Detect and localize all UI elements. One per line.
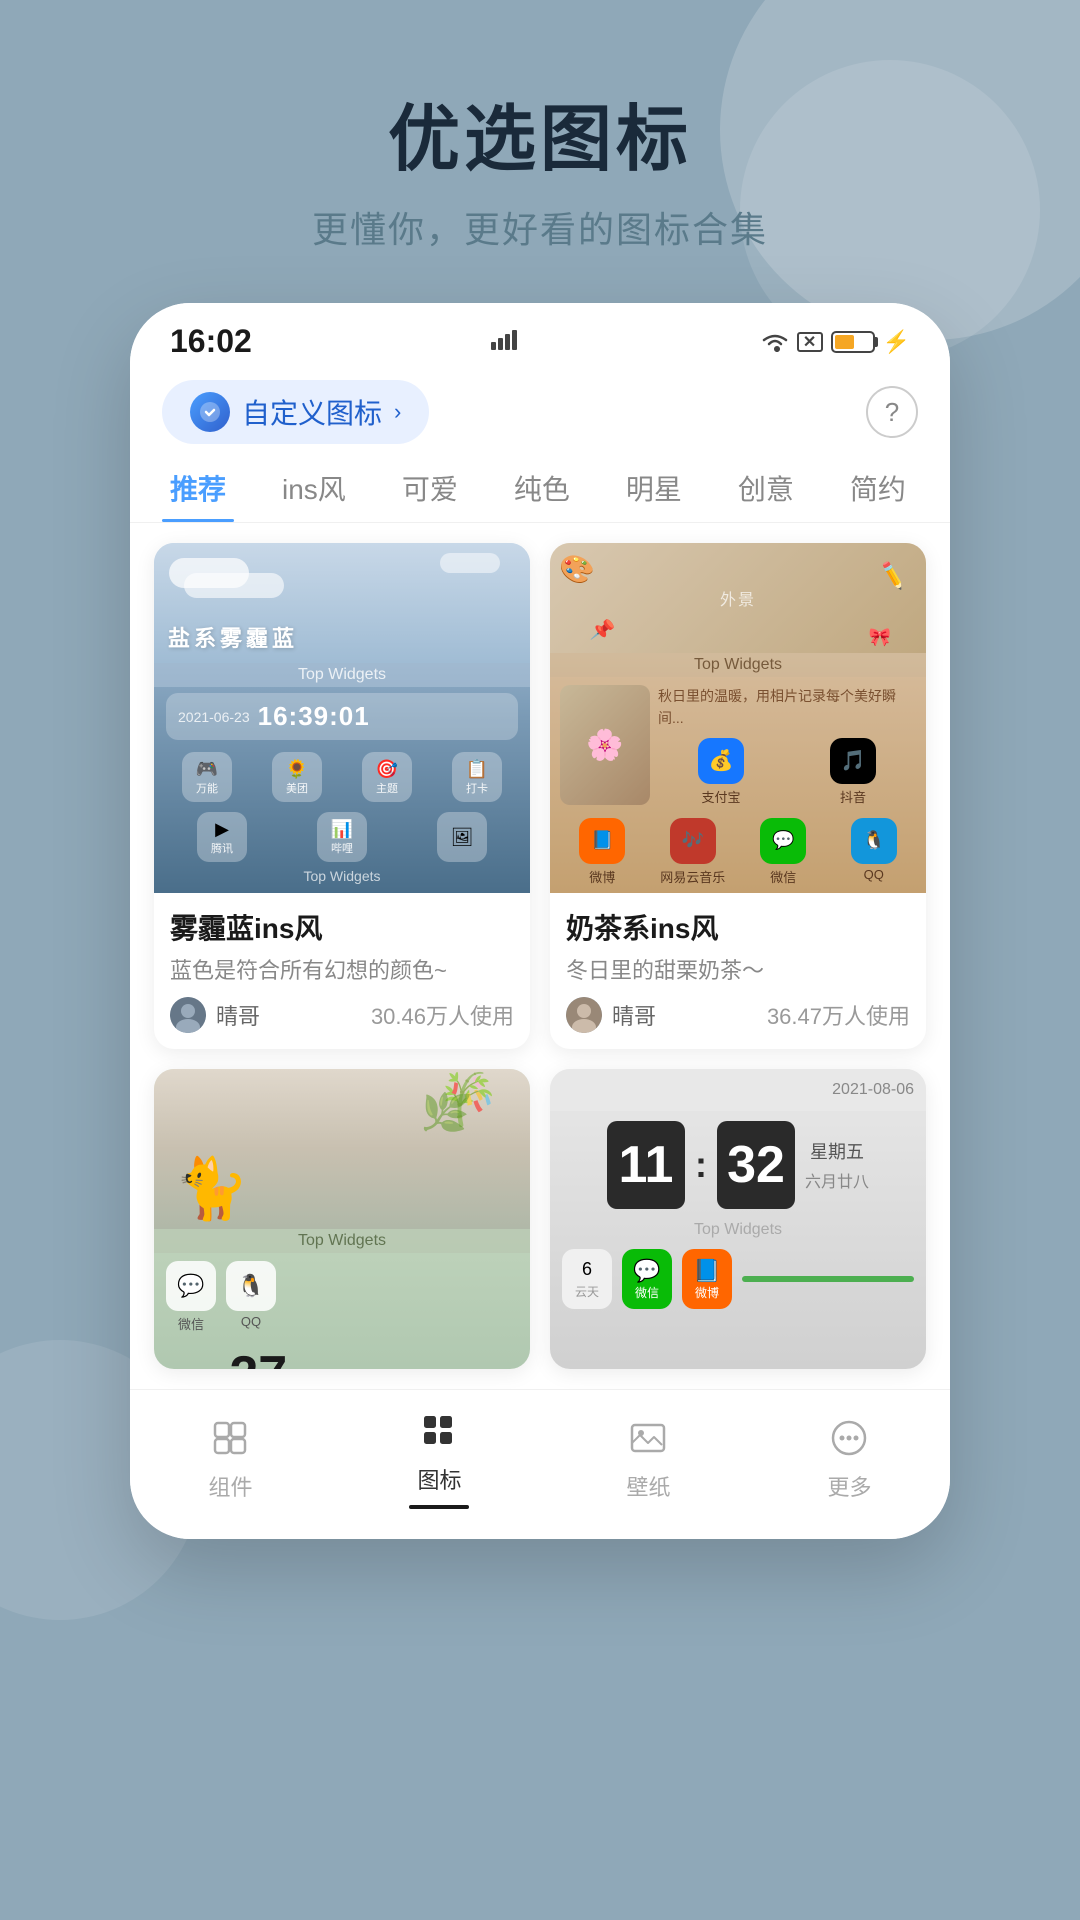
card4-weekday: 星期五: [810, 1138, 864, 1164]
card1-dots: [154, 886, 530, 893]
app-netease: 🎶 网易云音乐: [651, 818, 736, 886]
card4-hour: 11: [607, 1121, 685, 1209]
card1-clock: 16:39:01: [258, 701, 370, 732]
tab-recommend[interactable]: 推荐: [162, 454, 234, 522]
card2-info: 奶茶系ins风 冬日里的甜栗奶茶～ 晴哥 36.47万人使用: [550, 893, 926, 1049]
nav-wallpaper-icon: [627, 1417, 669, 1464]
nav-widget[interactable]: 组件: [208, 1417, 252, 1502]
card4-date: 2021-08-06: [550, 1069, 926, 1111]
app-weibo: 📘 微博: [560, 818, 645, 886]
card2-avatar: [566, 997, 602, 1033]
card4-lunar: 六月廿八: [805, 1168, 869, 1192]
card2-meta: 晴哥 36.47万人使用: [566, 997, 910, 1033]
card4-progress: [742, 1276, 914, 1282]
card1-meta: 晴哥 30.46万人使用: [170, 997, 514, 1033]
nav-more-icon: [828, 1417, 870, 1464]
card4-sep: :: [695, 1144, 707, 1186]
card2-author: 晴哥: [612, 999, 656, 1031]
card4-preview: 2021-08-06 11 : 32 星期五 六月廿八 Top Widgets …: [550, 1069, 926, 1369]
tab-pure[interactable]: 纯色: [506, 454, 578, 522]
app-tiktok: 🎵 抖音: [790, 738, 916, 806]
phone-frame: 16:02 ✕ ⚡: [130, 303, 950, 1539]
status-icons: ✕ ⚡: [761, 329, 910, 355]
card1-preview: 👑 盐系雾霾蓝 Top Widgets 2021-06-23 16:39:01: [154, 543, 530, 893]
card3-wechat: 💬 微信: [166, 1261, 216, 1333]
custom-btn-arrow: ›: [394, 399, 401, 425]
app-qq: 🐧 QQ: [832, 818, 917, 886]
wifi-icon: [761, 331, 789, 353]
nav-icon[interactable]: 图标: [409, 1410, 469, 1509]
card1-users: 30.46万人使用: [371, 999, 514, 1031]
nav-wallpaper-label: 壁纸: [626, 1470, 670, 1502]
nav-wallpaper[interactable]: 壁纸: [626, 1417, 670, 1502]
app-icon-wanju: 🎮万能: [182, 752, 232, 802]
nav-icon-icon: [418, 1410, 460, 1457]
card4-weibo: 📘 微博: [682, 1249, 732, 1309]
card1-avatar: [170, 997, 206, 1033]
card2-desc: 冬日里的甜栗奶茶～: [566, 953, 910, 985]
card1-name: 雾霾蓝ins风: [170, 907, 514, 947]
app-icon-meituan: 🌻美团: [272, 752, 322, 802]
app-icon-photo: 🖼: [437, 812, 487, 862]
nav-more[interactable]: 更多: [827, 1417, 871, 1502]
tab-cute[interactable]: 可爱: [394, 454, 466, 522]
nav-more-label: 更多: [827, 1470, 871, 1502]
tab-simple[interactable]: 简约: [842, 454, 914, 522]
card1-info: 雾霾蓝ins风 蓝色是符合所有幻想的颜色~ 晴哥 30.46万人使用: [154, 893, 530, 1049]
tab-star[interactable]: 明星: [618, 454, 690, 522]
card4-wechat: 💬 微信: [622, 1249, 672, 1309]
custom-icon-emoji: [190, 392, 230, 432]
status-signal: [491, 328, 521, 356]
card2-users: 36.47万人使用: [767, 999, 910, 1031]
card4-minute: 32: [717, 1121, 795, 1209]
theme-card-4[interactable]: 2021-08-06 11 : 32 星期五 六月廿八 Top Widgets …: [550, 1069, 926, 1369]
app-zhifubao: 💰 支付宝: [658, 738, 784, 806]
app-icon-zhubozhuye: 🎯主题: [362, 752, 412, 802]
card2-widgets-label: Top Widgets: [550, 653, 926, 677]
card2-name: 奶茶系ins风: [566, 907, 910, 947]
page-subtitle: 更懂你，更好看的图标合集: [0, 201, 1080, 253]
card3-date-num: 27: [229, 1345, 287, 1369]
tab-ins[interactable]: ins风: [274, 454, 354, 522]
battery-icon: [831, 331, 875, 353]
bottom-nav: 组件 图标 壁纸: [130, 1389, 950, 1539]
custom-icon-bar: 自定义图标 › ?: [130, 370, 950, 454]
tab-bar: 推荐 ins风 可爱 纯色 明星 创意 简约: [130, 454, 950, 523]
help-button[interactable]: ?: [866, 386, 918, 438]
card1-widgets-label: Top Widgets: [154, 663, 530, 687]
app-icon-bili: 📊哔哩: [317, 812, 367, 862]
card3-preview: 🎋 🌿 🐈 Top Widgets 💬 微信 🐧 QQ: [154, 1069, 530, 1369]
nav-icon-indicator: [409, 1505, 469, 1509]
theme-card-3[interactable]: 🎋 🌿 🐈 Top Widgets 💬 微信 🐧 QQ: [154, 1069, 530, 1369]
status-time: 16:02: [170, 323, 252, 360]
cards-grid: 👑 盐系雾霾蓝 Top Widgets 2021-06-23 16:39:01: [130, 543, 950, 1369]
nav-icon-label: 图标: [417, 1463, 461, 1495]
help-label: ?: [885, 397, 899, 428]
nav-widget-label: 组件: [208, 1470, 252, 1502]
app-icon-tencent: ▶腾讯: [197, 812, 247, 862]
card3-qq: 🐧 QQ: [226, 1261, 276, 1333]
card2-preview: 🎨 ✏️ 📌 🎀 外景 Top Widgets 🌸 秋日里的温暖，用相片记录每个…: [550, 543, 926, 893]
custom-icon-button[interactable]: 自定义图标 ›: [162, 380, 429, 444]
status-bar: 16:02 ✕ ⚡: [130, 303, 950, 370]
x-icon: ✕: [797, 332, 823, 352]
page-title: 优选图标: [0, 80, 1080, 185]
bolt-icon: ⚡: [883, 329, 910, 355]
card1-topwidgets-bottom: Top Widgets: [154, 866, 530, 886]
card1-title: 盐系雾霾蓝: [168, 621, 298, 653]
nav-widget-icon: [209, 1417, 251, 1464]
theme-card-1[interactable]: 👑 盐系雾霾蓝 Top Widgets 2021-06-23 16:39:01: [154, 543, 530, 1049]
app-icon-wechat: 📋打卡: [452, 752, 502, 802]
tab-creative[interactable]: 创意: [730, 454, 802, 522]
card1-date: 2021-06-23: [178, 709, 250, 725]
custom-btn-label: 自定义图标: [242, 392, 382, 432]
card1-author: 晴哥: [216, 999, 260, 1031]
card4-cal: 6 云天: [562, 1249, 612, 1309]
card1-desc: 蓝色是符合所有幻想的颜色~: [170, 953, 514, 985]
theme-card-2[interactable]: 🎨 ✏️ 📌 🎀 外景 Top Widgets 🌸 秋日里的温暖，用相片记录每个…: [550, 543, 926, 1049]
app-wechat2: 💬 微信: [741, 818, 826, 886]
